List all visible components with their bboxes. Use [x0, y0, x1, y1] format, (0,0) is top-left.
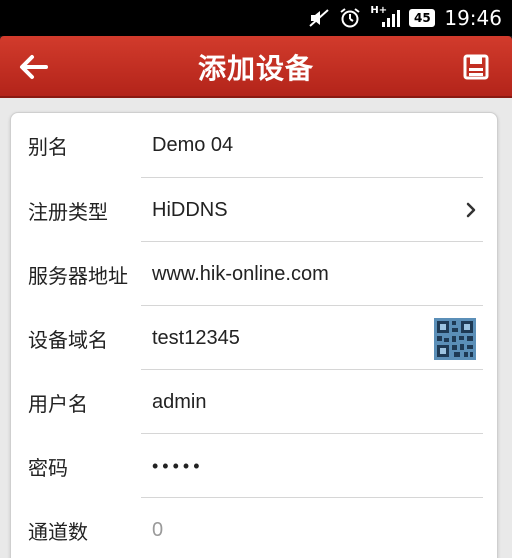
title-bar: 添加设备 [0, 36, 512, 98]
alias-label: 别名 [28, 134, 68, 159]
password-row[interactable]: 密码 ••••• [11, 434, 499, 498]
status-bar: H+ 45 19:46 [0, 0, 512, 36]
device-domain-label: 设备域名 [28, 327, 108, 352]
alias-field[interactable]: Demo 04 [152, 134, 233, 157]
server-address-label: 服务器地址 [28, 263, 128, 288]
server-address-field[interactable]: www.hik-online.com [152, 263, 329, 286]
battery-level: 45 [414, 11, 431, 25]
chevron-right-icon [461, 200, 481, 220]
save-button[interactable] [460, 51, 492, 83]
page-title: 添加设备 [197, 52, 314, 85]
register-type-value: HiDDNS [152, 198, 228, 221]
battery-icon: 45 [409, 9, 436, 27]
password-label: 密码 [28, 455, 68, 480]
back-arrow-icon [20, 55, 48, 79]
qr-code-icon[interactable] [433, 317, 477, 361]
register-type-row[interactable]: 注册类型 HiDDNS [11, 178, 499, 242]
channel-count-field[interactable]: 0 [152, 519, 163, 542]
device-domain-field[interactable]: test12345 [152, 327, 240, 350]
server-address-row[interactable]: 服务器地址 www.hik-online.com [11, 242, 499, 306]
save-icon [463, 54, 489, 80]
signal-icon: H+ [370, 5, 401, 29]
register-type-label: 注册类型 [28, 199, 108, 224]
mute-icon [308, 8, 330, 28]
alias-row[interactable]: 别名 Demo 04 [11, 113, 499, 177]
username-field[interactable]: admin [152, 391, 206, 414]
device-domain-row[interactable]: 设备域名 test12345 [11, 306, 499, 370]
password-field[interactable]: ••••• [152, 456, 204, 477]
device-form: 别名 Demo 04 注册类型 HiDDNS 服务器地址 www.hik-onl… [10, 112, 498, 558]
back-button[interactable] [14, 48, 54, 86]
username-label: 用户名 [28, 391, 88, 416]
clock: 19:46 [444, 6, 502, 30]
alarm-icon [339, 7, 361, 29]
username-row[interactable]: 用户名 admin [11, 370, 499, 434]
channel-count-row[interactable]: 通道数 0 [11, 498, 499, 558]
channel-count-label: 通道数 [28, 519, 88, 544]
content-area: 别名 Demo 04 注册类型 HiDDNS 服务器地址 www.hik-onl… [0, 98, 512, 558]
